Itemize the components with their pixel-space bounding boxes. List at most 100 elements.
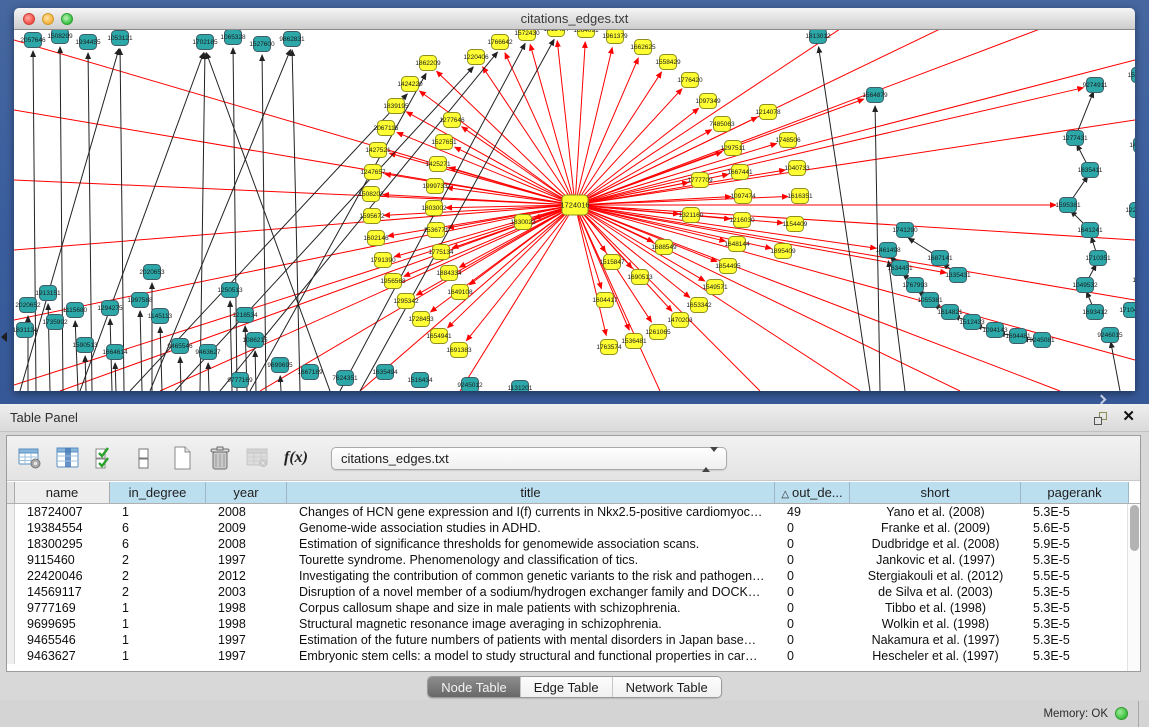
cell-out_degree[interactable]: 0 <box>775 648 850 664</box>
graph-node-selected[interactable]: 1154409 <box>783 217 808 232</box>
cell-in_degree[interactable]: 1 <box>110 616 206 632</box>
cell-title[interactable]: Tourette syndrome. Phenomenology and cla… <box>287 552 775 568</box>
cell-pagerank[interactable]: 5.3E-5 <box>1021 632 1127 648</box>
cell-name[interactable]: 18300295 <box>15 536 110 552</box>
graph-node[interactable]: 9862831 <box>279 32 305 47</box>
cell-pagerank[interactable]: 5.9E-5 <box>1021 536 1127 552</box>
graph-node-selected[interactable]: 1220406 <box>463 50 489 65</box>
cell-title[interactable]: Estimation of the future numbers of pati… <box>287 632 775 648</box>
cell-short[interactable]: Tibbo et al. (1998) <box>850 600 1021 616</box>
cell-pagerank[interactable]: 5.3E-5 <box>1021 616 1127 632</box>
cell-in_degree[interactable]: 1 <box>110 504 206 520</box>
graph-node[interactable]: 1641241 <box>1077 223 1103 238</box>
graph-node-selected[interactable]: 1812454 <box>543 30 569 37</box>
graph-node[interactable]: 9463627 <box>195 345 221 360</box>
cell-short[interactable]: de Silva et al. (2003) <box>850 584 1021 600</box>
network-view-window[interactable]: citations_edges.txt 17240161862209142422… <box>14 8 1135 391</box>
cell-in_degree[interactable]: 6 <box>110 536 206 552</box>
splitter-resize-icon[interactable] <box>1097 395 1107 405</box>
graph-node-selected[interactable]: 1527651 <box>431 135 457 150</box>
graph-node[interactable]: 1813012 <box>805 30 831 44</box>
graph-node-selected[interactable]: 1536481 <box>621 334 647 349</box>
graph-node-selected[interactable]: 1572430 <box>514 30 540 41</box>
cell-out_degree[interactable]: 0 <box>775 600 850 616</box>
close-panel-icon[interactable]: ✕ <box>1122 408 1135 426</box>
cell-short[interactable]: Jankovic et al. (1997) <box>850 552 1021 568</box>
graph-node[interactable]: 1694481 <box>1005 329 1031 344</box>
graph-node[interactable]: 1664614 <box>102 345 128 360</box>
cell-in_degree[interactable]: 1 <box>110 648 206 664</box>
table-row[interactable]: 2242004622012Investigating the contribut… <box>7 568 1127 584</box>
table-row[interactable]: 969969511998Structural magnetic resonanc… <box>7 616 1127 632</box>
graph-node-selected[interactable]: 1862209 <box>415 56 441 71</box>
graph-node[interactable]: 1086215 <box>242 333 268 348</box>
delete-column-icon[interactable] <box>205 443 235 473</box>
graph-node-selected[interactable]: 1961379 <box>602 30 628 44</box>
graph-node-selected[interactable]: 1748506 <box>775 133 801 148</box>
graph-node-selected[interactable]: 1664091 <box>573 30 599 38</box>
graph-node[interactable]: 9699695 <box>267 358 293 373</box>
cell-in_degree[interactable]: 1 <box>110 600 206 616</box>
cell-year[interactable]: 1998 <box>206 600 287 616</box>
cell-out_degree[interactable]: 0 <box>775 616 850 632</box>
graph-node[interactable]: 1831124 <box>14 323 38 338</box>
graph-node-selected[interactable]: 1690513 <box>627 270 653 285</box>
graph-node-selected[interactable]: 1766642 <box>487 35 513 50</box>
cell-name[interactable]: 22420046 <box>15 568 110 584</box>
graph-node[interactable]: 1131201 <box>508 381 533 392</box>
graph-node-selected[interactable]: 1321160 <box>679 208 704 223</box>
cell-out_degree[interactable]: 49 <box>775 504 850 520</box>
column-header-title[interactable]: title <box>287 482 775 503</box>
cell-title[interactable]: Investigating the contribution of common… <box>287 568 775 584</box>
graph-node[interactable]: 9245012 <box>457 378 483 392</box>
cell-short[interactable]: Nakamura et al. (1997) <box>850 632 1021 648</box>
graph-node[interactable]: 1335431 <box>945 268 971 283</box>
cell-title[interactable]: Embryonic stem cells: a model to study s… <box>287 648 775 664</box>
graph-node[interactable]: 1693412 <box>1082 305 1108 320</box>
graph-node[interactable]: 1277431 <box>1062 131 1088 146</box>
table-row[interactable]: 1830029562008Estimation of significance … <box>7 536 1127 552</box>
citation-graph[interactable]: 1724016186220914242201839195206711514275… <box>14 30 1135 391</box>
graph-node[interactable]: 1527600 <box>249 37 275 52</box>
graph-node-selected[interactable]: 1662625 <box>630 40 656 55</box>
graph-node-selected[interactable]: 1728453 <box>408 312 434 327</box>
table-row[interactable]: 911546021997Tourette syndrome. Phenomeno… <box>7 552 1127 568</box>
zoom-traffic-light-icon[interactable] <box>61 13 73 25</box>
cell-out_degree[interactable]: 0 <box>775 632 850 648</box>
graph-node[interactable]: 1702185 <box>192 35 218 50</box>
cell-pagerank[interactable]: 5.3E-5 <box>1021 504 1127 520</box>
graph-node[interactable]: 1055381 <box>917 293 943 308</box>
graph-node-selected[interactable]: 1424220 <box>397 77 423 92</box>
graph-node[interactable]: 1635411 <box>1078 163 1103 178</box>
memory-ok-icon[interactable] <box>1115 707 1128 720</box>
cell-year[interactable]: 2003 <box>206 584 287 600</box>
graph-node[interactable]: 1115680 <box>63 303 88 318</box>
graph-node[interactable]: 9245081 <box>1029 333 1055 348</box>
cell-name[interactable]: 14569117 <box>15 584 110 600</box>
graph-node[interactable]: 1595381 <box>1055 198 1081 213</box>
graph-node-selected[interactable]: 1653342 <box>686 298 712 313</box>
table-row[interactable]: 1456911722003Disruption of a novel membe… <box>7 584 1127 600</box>
graph-node-selected[interactable]: 2067115 <box>374 121 399 136</box>
graph-node[interactable]: 1710351 <box>1085 251 1111 266</box>
graph-node-selected[interactable]: 1595672 <box>359 209 385 224</box>
graph-node-selected[interactable]: 1602146 <box>363 231 389 246</box>
cell-short[interactable]: Wolkin et al. (1998) <box>850 616 1021 632</box>
graph-node[interactable]: 9274911 <box>1083 78 1108 93</box>
cell-in_degree[interactable]: 2 <box>110 584 206 600</box>
graph-node[interactable]: 1220351 <box>1125 203 1135 218</box>
cell-name[interactable]: 9699695 <box>15 616 110 632</box>
column-header-short[interactable]: short <box>850 482 1021 503</box>
graph-node[interactable]: 1913151 <box>35 286 61 301</box>
graph-node[interactable]: 1294275 <box>97 301 123 316</box>
cell-name[interactable]: 9463627 <box>15 648 110 664</box>
cell-year[interactable]: 2008 <box>206 504 287 520</box>
network-canvas[interactable]: 1724016186220914242201839195206711514275… <box>14 30 1135 391</box>
close-traffic-light-icon[interactable] <box>23 13 35 25</box>
graph-node-selected[interactable]: 1247657 <box>360 165 386 180</box>
graph-node[interactable]: 1710431 <box>1119 303 1135 318</box>
graph-node[interactable]: 1767993 <box>902 278 928 293</box>
cell-title[interactable]: Corpus callosum shape and size in male p… <box>287 600 775 616</box>
column-header-year[interactable]: year <box>206 482 287 503</box>
graph-node[interactable]: 1061234 <box>1132 273 1135 288</box>
